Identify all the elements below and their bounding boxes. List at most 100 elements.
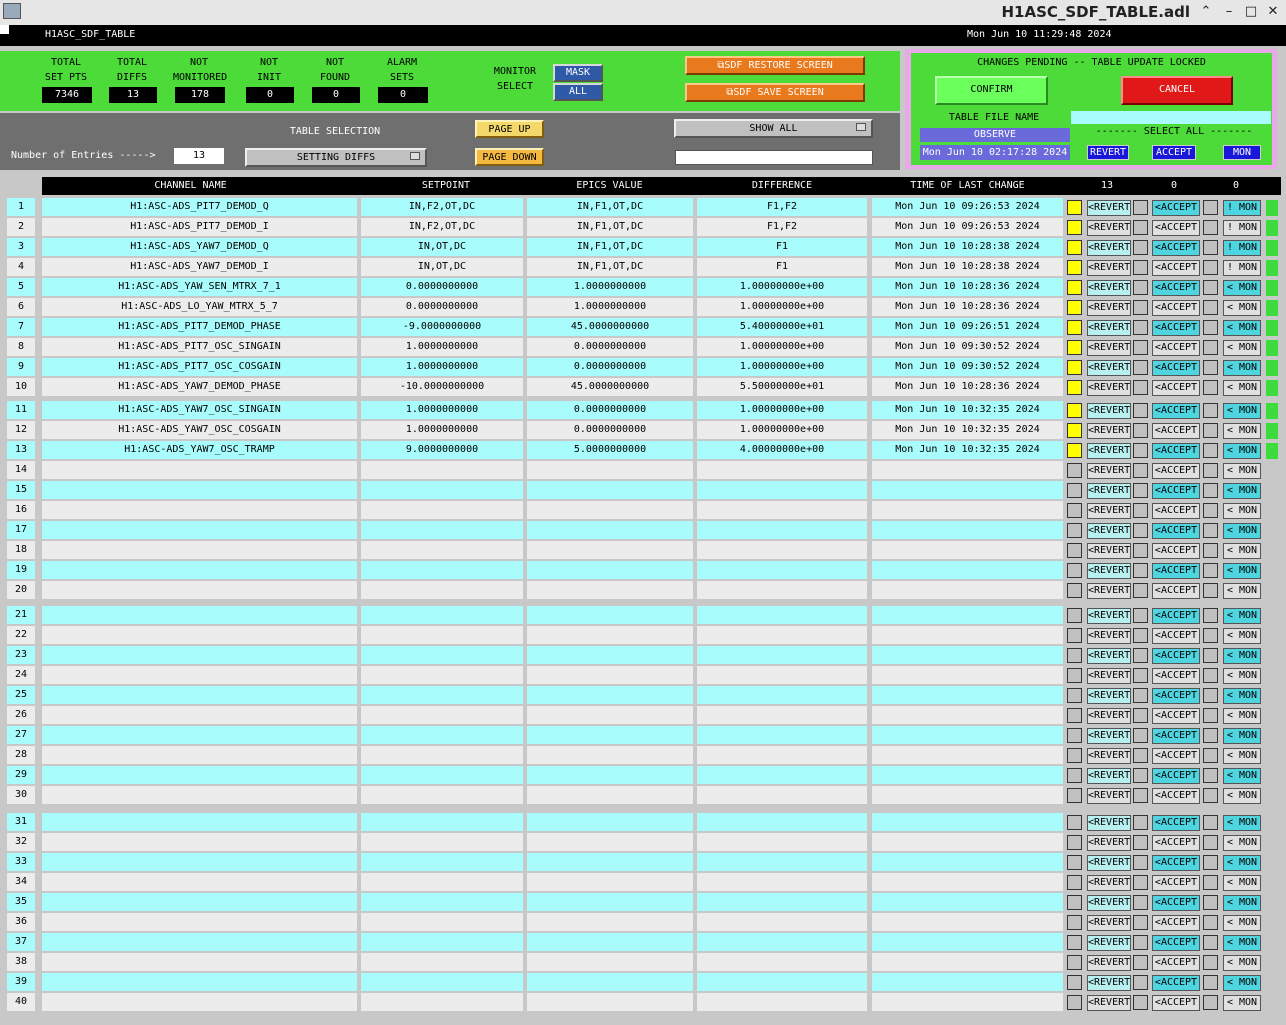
- mon-select-checkbox[interactable]: [1203, 748, 1218, 763]
- revert-select-checkbox[interactable]: [1067, 895, 1082, 910]
- mon-button[interactable]: < MON: [1223, 423, 1261, 439]
- revert-button[interactable]: <REVERT: [1087, 748, 1131, 764]
- revert-button[interactable]: <REVERT: [1087, 220, 1131, 236]
- accept-button[interactable]: <ACCEPT: [1152, 855, 1200, 871]
- accept-button[interactable]: <ACCEPT: [1152, 975, 1200, 991]
- revert-button[interactable]: <REVERT: [1087, 403, 1131, 419]
- revert-button[interactable]: <REVERT: [1087, 583, 1131, 599]
- mon-select-checkbox[interactable]: [1203, 975, 1218, 990]
- revert-select-checkbox[interactable]: [1067, 240, 1082, 255]
- accept-select-checkbox[interactable]: [1133, 875, 1148, 890]
- mon-button[interactable]: < MON: [1223, 835, 1261, 851]
- mon-button[interactable]: < MON: [1223, 728, 1261, 744]
- accept-select-checkbox[interactable]: [1133, 815, 1148, 830]
- accept-select-checkbox[interactable]: [1133, 360, 1148, 375]
- accept-select-checkbox[interactable]: [1133, 563, 1148, 578]
- revert-button[interactable]: <REVERT: [1087, 300, 1131, 316]
- revert-all-button[interactable]: REVERT: [1087, 145, 1129, 160]
- accept-select-checkbox[interactable]: [1133, 240, 1148, 255]
- mon-select-checkbox[interactable]: [1203, 688, 1218, 703]
- accept-button[interactable]: <ACCEPT: [1152, 240, 1200, 256]
- accept-button[interactable]: <ACCEPT: [1152, 748, 1200, 764]
- revert-select-checkbox[interactable]: [1067, 443, 1082, 458]
- mon-select-checkbox[interactable]: [1203, 563, 1218, 578]
- revert-select-checkbox[interactable]: [1067, 300, 1082, 315]
- accept-button[interactable]: <ACCEPT: [1152, 423, 1200, 439]
- revert-select-checkbox[interactable]: [1067, 403, 1082, 418]
- mon-button[interactable]: < MON: [1223, 648, 1261, 664]
- mon-button[interactable]: < MON: [1223, 788, 1261, 804]
- accept-select-checkbox[interactable]: [1133, 403, 1148, 418]
- revert-button[interactable]: <REVERT: [1087, 995, 1131, 1011]
- accept-button[interactable]: <ACCEPT: [1152, 523, 1200, 539]
- revert-button[interactable]: <REVERT: [1087, 708, 1131, 724]
- accept-button[interactable]: <ACCEPT: [1152, 768, 1200, 784]
- accept-select-checkbox[interactable]: [1133, 380, 1148, 395]
- mon-select-checkbox[interactable]: [1203, 935, 1218, 950]
- accept-button[interactable]: <ACCEPT: [1152, 955, 1200, 971]
- mon-button[interactable]: < MON: [1223, 360, 1261, 376]
- accept-select-checkbox[interactable]: [1133, 583, 1148, 598]
- mon-select-checkbox[interactable]: [1203, 815, 1218, 830]
- accept-button[interactable]: <ACCEPT: [1152, 563, 1200, 579]
- mask-button[interactable]: MASK: [553, 64, 603, 82]
- mon-button[interactable]: < MON: [1223, 975, 1261, 991]
- mon-select-checkbox[interactable]: [1203, 855, 1218, 870]
- mon-select-checkbox[interactable]: [1203, 915, 1218, 930]
- accept-button[interactable]: <ACCEPT: [1152, 463, 1200, 479]
- mon-button[interactable]: < MON: [1223, 403, 1261, 419]
- mon-button[interactable]: < MON: [1223, 543, 1261, 559]
- mon-all-button[interactable]: MON: [1223, 145, 1261, 160]
- revert-select-checkbox[interactable]: [1067, 483, 1082, 498]
- mon-button[interactable]: < MON: [1223, 523, 1261, 539]
- accept-select-checkbox[interactable]: [1133, 975, 1148, 990]
- revert-select-checkbox[interactable]: [1067, 728, 1082, 743]
- close-icon[interactable]: ✕: [1264, 3, 1282, 21]
- mon-button[interactable]: < MON: [1223, 875, 1261, 891]
- revert-select-checkbox[interactable]: [1067, 995, 1082, 1010]
- accept-button[interactable]: <ACCEPT: [1152, 360, 1200, 376]
- mon-button[interactable]: < MON: [1223, 280, 1261, 296]
- accept-select-checkbox[interactable]: [1133, 768, 1148, 783]
- revert-button[interactable]: <REVERT: [1087, 240, 1131, 256]
- accept-select-checkbox[interactable]: [1133, 463, 1148, 478]
- accept-select-checkbox[interactable]: [1133, 788, 1148, 803]
- mon-select-checkbox[interactable]: [1203, 280, 1218, 295]
- minimize-icon[interactable]: –: [1220, 3, 1238, 21]
- mon-select-checkbox[interactable]: [1203, 955, 1218, 970]
- accept-select-checkbox[interactable]: [1133, 423, 1148, 438]
- accept-select-checkbox[interactable]: [1133, 688, 1148, 703]
- accept-button[interactable]: <ACCEPT: [1152, 915, 1200, 931]
- mon-button[interactable]: < MON: [1223, 300, 1261, 316]
- revert-select-checkbox[interactable]: [1067, 935, 1082, 950]
- revert-select-checkbox[interactable]: [1067, 975, 1082, 990]
- mon-button[interactable]: < MON: [1223, 895, 1261, 911]
- revert-select-checkbox[interactable]: [1067, 583, 1082, 598]
- mon-select-checkbox[interactable]: [1203, 788, 1218, 803]
- mon-select-checkbox[interactable]: [1203, 240, 1218, 255]
- revert-select-checkbox[interactable]: [1067, 855, 1082, 870]
- revert-button[interactable]: <REVERT: [1087, 360, 1131, 376]
- accept-button[interactable]: <ACCEPT: [1152, 835, 1200, 851]
- revert-button[interactable]: <REVERT: [1087, 915, 1131, 931]
- accept-select-checkbox[interactable]: [1133, 608, 1148, 623]
- mon-button[interactable]: < MON: [1223, 483, 1261, 499]
- revert-button[interactable]: <REVERT: [1087, 728, 1131, 744]
- revert-select-checkbox[interactable]: [1067, 708, 1082, 723]
- revert-button[interactable]: <REVERT: [1087, 855, 1131, 871]
- accept-button[interactable]: <ACCEPT: [1152, 403, 1200, 419]
- accept-select-checkbox[interactable]: [1133, 523, 1148, 538]
- revert-button[interactable]: <REVERT: [1087, 648, 1131, 664]
- mon-button[interactable]: < MON: [1223, 995, 1261, 1011]
- accept-button[interactable]: <ACCEPT: [1152, 340, 1200, 356]
- revert-button[interactable]: <REVERT: [1087, 260, 1131, 276]
- revert-button[interactable]: <REVERT: [1087, 340, 1131, 356]
- accept-button[interactable]: <ACCEPT: [1152, 380, 1200, 396]
- accept-button[interactable]: <ACCEPT: [1152, 628, 1200, 644]
- accept-button[interactable]: <ACCEPT: [1152, 443, 1200, 459]
- revert-button[interactable]: <REVERT: [1087, 768, 1131, 784]
- accept-button[interactable]: <ACCEPT: [1152, 728, 1200, 744]
- chevron-up-icon[interactable]: ⌃: [1197, 3, 1215, 21]
- accept-button[interactable]: <ACCEPT: [1152, 668, 1200, 684]
- revert-select-checkbox[interactable]: [1067, 955, 1082, 970]
